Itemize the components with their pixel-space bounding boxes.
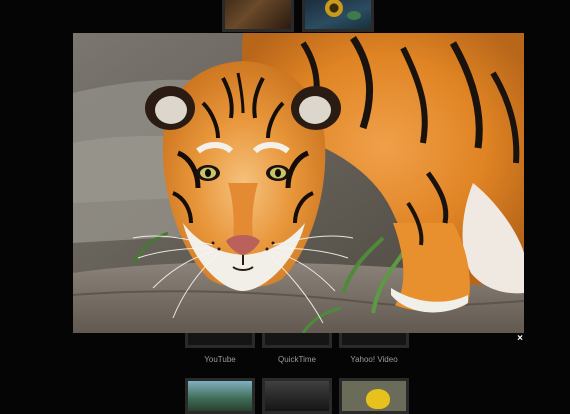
lightbox-close-button[interactable]: × [513,333,527,345]
thumbnail-caption-quicktime: QuickTime [278,355,316,364]
gallery-thumbnail-dark[interactable] [262,378,332,414]
landscape-thumbnail-image [188,381,252,411]
gallery-thumbnail-landscape[interactable] [185,378,255,414]
leaf-icon [347,11,361,20]
lightbox-overlay[interactable] [73,33,524,333]
duck-thumbnail-image [342,381,406,411]
duck-icon [366,389,390,409]
tiger-thumbnail-image [225,0,291,29]
gallery-thumbnail-tiger[interactable] [222,0,294,32]
gallery-thumbnail-flower[interactable] [302,0,374,32]
gallery-thumbnail-duck[interactable] [339,378,409,414]
sunflower-icon [325,0,343,17]
thumbnail-caption-youtube: YouTube [204,355,236,364]
flower-thumbnail-image [305,0,371,29]
thumbnail-caption-yahoo-video: Yahoo! Video [350,355,398,364]
tiger-photo [73,33,524,333]
dark-thumbnail-image [265,381,329,411]
